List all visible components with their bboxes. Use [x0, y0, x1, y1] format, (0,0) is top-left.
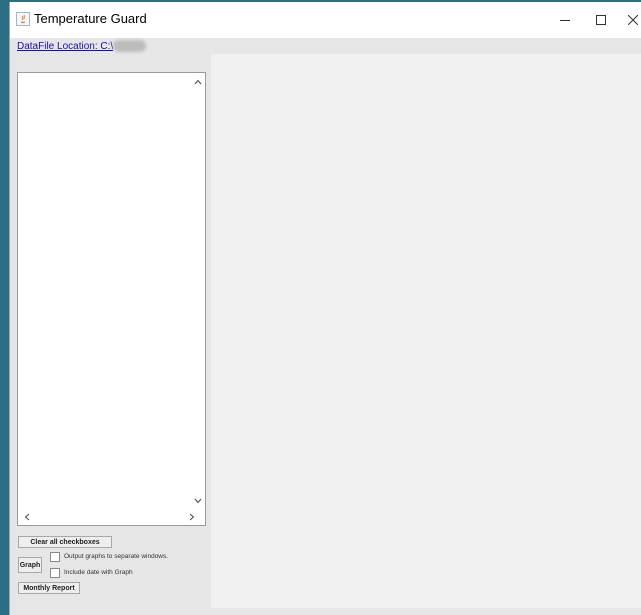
graph-display-area — [211, 54, 641, 608]
scroll-left-button[interactable] — [20, 510, 34, 524]
window-title: Temperature Guard — [34, 11, 147, 26]
left-panel: Clear all checkboxes Graph Output graphs… — [10, 54, 211, 615]
option-include-date[interactable]: Include date with Graph — [50, 567, 133, 578]
separate-windows-label: Output graphs to separate windows. — [64, 553, 169, 560]
clear-all-checkboxes-button[interactable]: Clear all checkboxes — [18, 536, 112, 548]
include-date-checkbox[interactable] — [50, 567, 60, 578]
chevron-up-icon — [194, 79, 202, 85]
sensor-list[interactable] — [17, 72, 206, 526]
close-icon — [628, 15, 638, 25]
graph-button[interactable]: Graph — [18, 557, 42, 573]
scroll-down-button[interactable] — [191, 494, 205, 508]
scroll-right-button[interactable] — [185, 510, 199, 524]
chevron-left-icon — [24, 513, 30, 521]
separate-windows-checkbox[interactable] — [50, 551, 60, 562]
scroll-up-button[interactable] — [191, 75, 205, 89]
maximize-icon — [596, 15, 606, 25]
chevron-down-icon — [194, 498, 202, 504]
minimize-icon — [560, 20, 570, 21]
monthly-report-button[interactable]: Monthly Report — [18, 582, 80, 594]
include-date-label: Include date with Graph — [64, 569, 133, 576]
title-bar[interactable]: Temperature Guard — [10, 2, 641, 38]
location-bar: DataFile Location: C:\ — [10, 38, 641, 54]
chevron-right-icon — [189, 513, 195, 521]
app-window: Temperature Guard DataFile Location: C:\ — [9, 2, 641, 615]
horizontal-scrollbar[interactable] — [18, 508, 205, 525]
redacted-path — [113, 40, 146, 52]
vertical-scrollbar[interactable] — [191, 73, 205, 508]
datafile-location-link[interactable]: DataFile Location: C:\ — [17, 41, 113, 52]
close-button[interactable] — [613, 2, 641, 38]
option-separate-windows[interactable]: Output graphs to separate windows. — [50, 551, 168, 562]
java-app-icon — [16, 12, 30, 26]
minimize-button[interactable] — [545, 2, 585, 38]
